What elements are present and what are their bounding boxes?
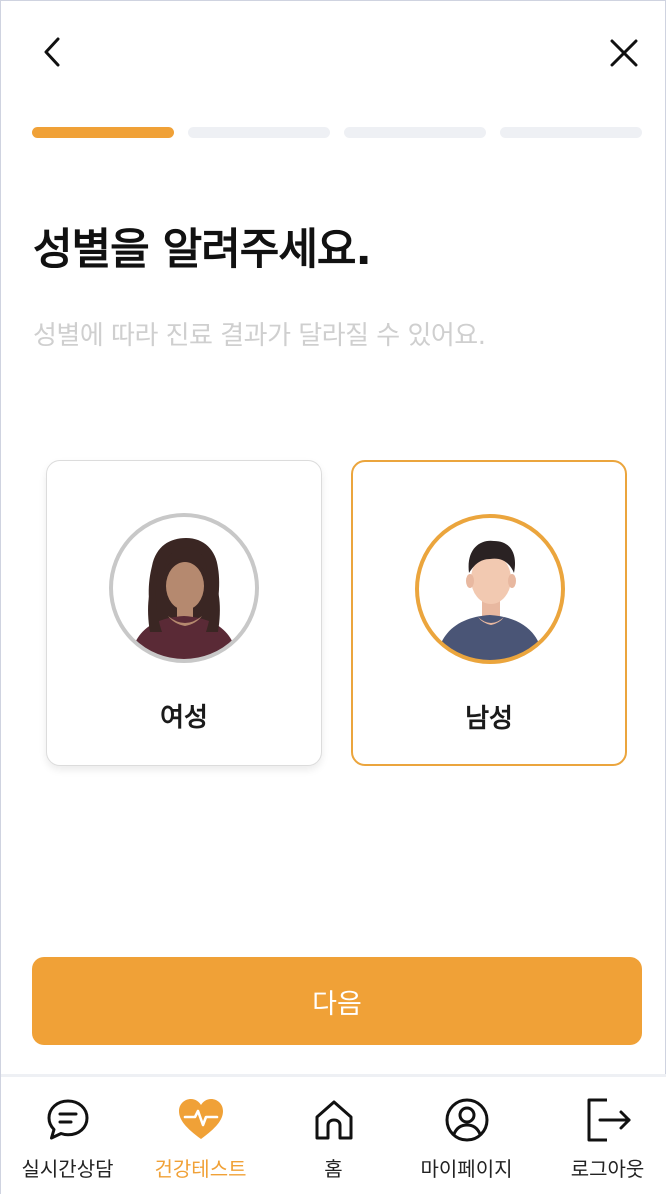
next-button[interactable]: 다음: [32, 957, 642, 1045]
progress-step-2: [188, 127, 330, 138]
logout-icon: [587, 1098, 630, 1142]
gender-option-female[interactable]: 여성: [46, 460, 322, 766]
user-icon: [445, 1098, 488, 1142]
tab-label: 로그아웃: [570, 1157, 645, 1181]
progress-step-4: [500, 127, 642, 138]
page-subtitle: 성별에 따라 진료 결과가 달라질 수 있어요.: [33, 321, 486, 351]
gender-option-label: 여성: [160, 703, 208, 733]
close-button[interactable]: [602, 31, 646, 75]
tab-label: 홈: [324, 1157, 343, 1181]
tab-label: 마이페이지: [420, 1157, 513, 1181]
heartbeat-icon: [178, 1099, 223, 1139]
tab-home[interactable]: 홈: [267, 1077, 400, 1197]
tab-my-page[interactable]: 마이페이지: [400, 1077, 533, 1197]
tab-label: 건강테스트: [154, 1157, 247, 1181]
home-icon: [315, 1100, 352, 1140]
gender-option-male[interactable]: 남성: [351, 460, 627, 766]
gender-option-label: 남성: [465, 704, 513, 734]
tab-label: 실시간상담: [21, 1157, 114, 1181]
female-avatar-icon: [109, 513, 259, 663]
tab-logout[interactable]: 로그아웃: [541, 1077, 666, 1197]
tab-health-test[interactable]: 건강테스트: [134, 1077, 267, 1197]
close-icon: [610, 39, 638, 67]
step-progress: [32, 127, 642, 138]
progress-step-3: [344, 127, 486, 138]
app-screen: 성별을 알려주세요. 성별에 따라 진료 결과가 달라질 수 있어요. 여성 남…: [0, 0, 666, 1197]
chevron-left-icon: [44, 37, 60, 67]
bottom-tab-bar: 실시간상담 건강테스트 홈 마이페이지 로그아웃: [1, 1074, 666, 1197]
page-title: 성별을 알려주세요.: [33, 225, 372, 275]
chat-icon: [47, 1099, 88, 1140]
male-avatar-icon: [415, 514, 565, 664]
tab-live-consult[interactable]: 실시간상담: [1, 1077, 134, 1197]
progress-step-1: [32, 127, 174, 138]
back-button[interactable]: [31, 30, 75, 74]
